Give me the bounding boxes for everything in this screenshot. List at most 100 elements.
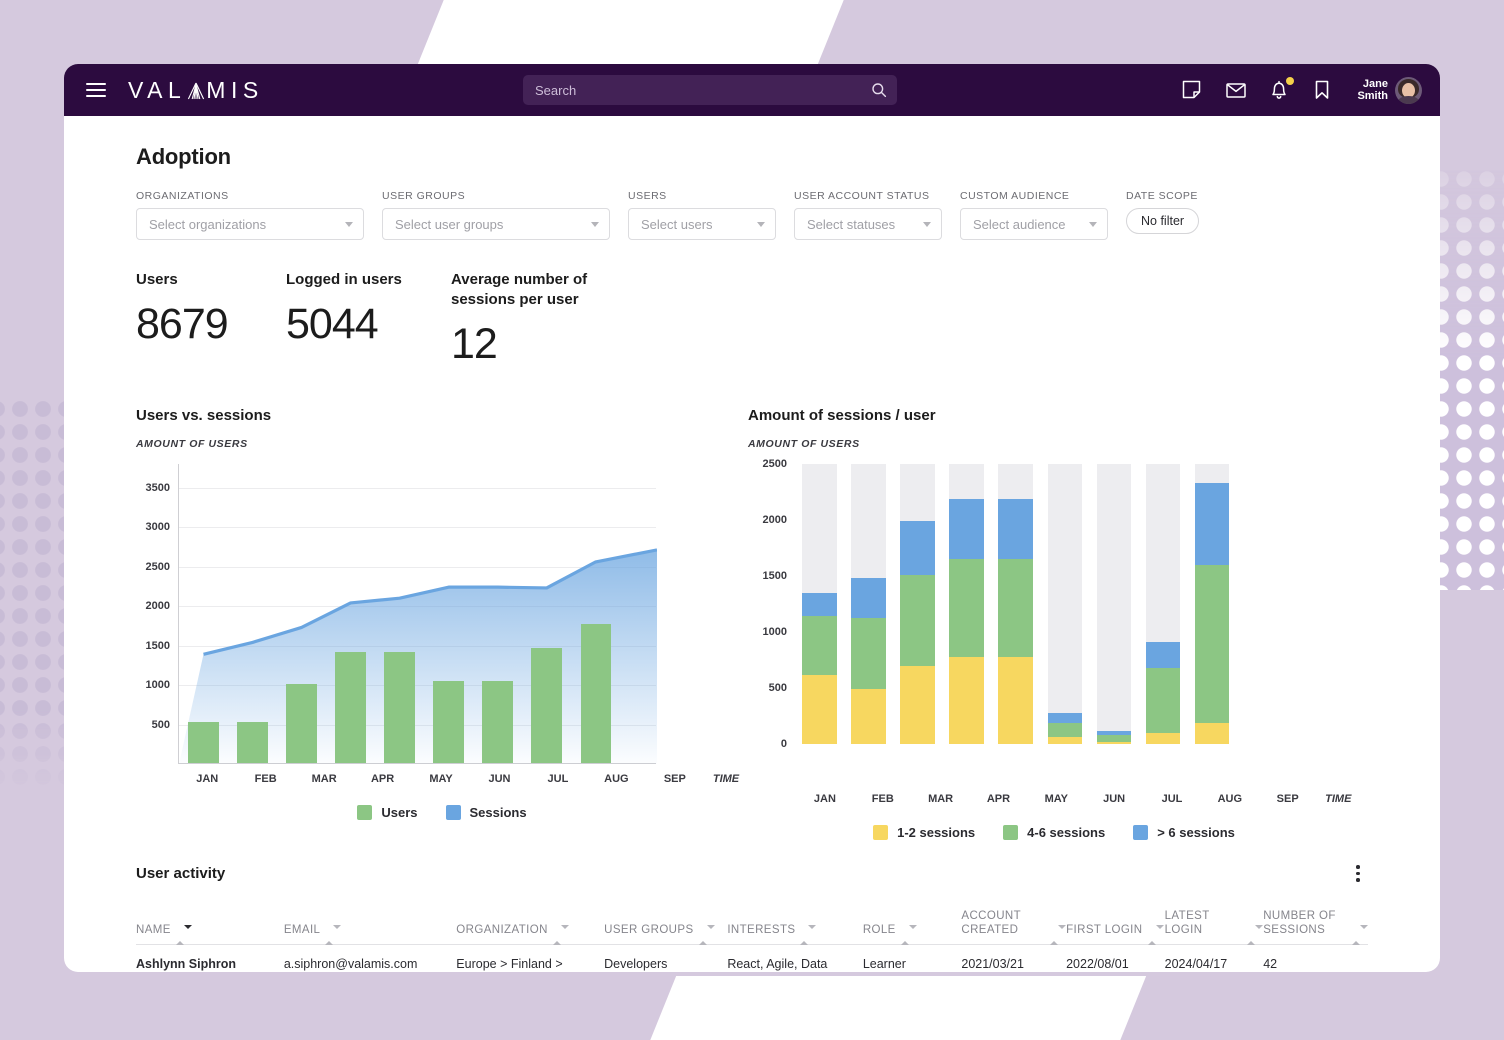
stacked-bar-column[interactable]: [1096, 464, 1131, 744]
column-header[interactable]: USER GROUPS: [604, 908, 728, 945]
y-axis-tick-label: 500: [768, 682, 787, 694]
hamburger-icon[interactable]: [86, 79, 106, 101]
mail-icon[interactable]: [1225, 79, 1247, 101]
brand-text-mis: MIS: [206, 76, 264, 103]
stacked-bar-column[interactable]: [1145, 464, 1180, 744]
user-account-status-select[interactable]: Select statuses: [794, 208, 942, 240]
column-header[interactable]: FIRST LOGIN: [1066, 908, 1165, 945]
column-header[interactable]: ROLE: [862, 908, 962, 945]
bar-users[interactable]: [335, 652, 366, 763]
top-navigation-bar: VAL MIS Search Jane Smith: [64, 64, 1440, 116]
bar-segment: [851, 578, 886, 619]
search-icon[interactable]: [871, 82, 887, 98]
stacked-bar-column[interactable]: [802, 464, 837, 744]
legend-item[interactable]: 4-6 sessions: [1003, 825, 1105, 840]
select-value: Select statuses: [807, 216, 896, 232]
avatar[interactable]: [1395, 76, 1422, 104]
x-axis-tick-label: APR: [986, 793, 1011, 805]
user-menu[interactable]: Jane Smith: [1357, 76, 1422, 104]
organizations-select[interactable]: Select organizations: [136, 208, 364, 240]
stacked-bar-column[interactable]: [851, 464, 886, 744]
table-cell-organization: Europe > Finland > Helsinki: [456, 956, 563, 971]
note-icon[interactable]: [1181, 79, 1203, 101]
bar-segment: [1047, 737, 1082, 744]
bar-users[interactable]: [384, 652, 415, 763]
legend-item[interactable]: 1-2 sessions: [873, 825, 975, 840]
user-name: Jane Smith: [1357, 78, 1388, 102]
bar-segment: [1145, 642, 1180, 669]
stacked-bar-column[interactable]: [1047, 464, 1082, 744]
table-cell-latest-login: 2024/04/17: [1164, 956, 1228, 971]
bar-users[interactable]: [433, 680, 464, 763]
bar-users[interactable]: [237, 721, 268, 763]
user-groups-select[interactable]: Select user groups: [382, 208, 610, 240]
custom-audience-select[interactable]: Select audience: [960, 208, 1108, 240]
column-header-label: NAME: [136, 923, 171, 936]
filter-user-account-status: USER ACCOUNT STATUS Select statuses: [794, 190, 942, 240]
column-header[interactable]: NUMBER OF SESSIONS: [1263, 908, 1368, 945]
bar-users[interactable]: [482, 680, 513, 763]
chart-y-axis-title: AMOUNT OF USERS: [136, 438, 248, 450]
bar-users[interactable]: [188, 721, 219, 763]
stacked-bar-column[interactable]: [900, 464, 935, 744]
stacked-bar-column[interactable]: [1194, 464, 1229, 744]
y-axis-tick-label: 2000: [762, 514, 787, 526]
y-axis-tick-label: 2500: [762, 458, 787, 470]
decorative-shape-top: [416, 0, 848, 68]
sort-icon[interactable]: [698, 924, 715, 945]
sort-icon[interactable]: [1147, 924, 1164, 945]
x-axis-tick-label: SEP: [663, 773, 686, 785]
search-box[interactable]: [523, 75, 897, 105]
column-header-label: ACCOUNT CREATED: [961, 909, 1021, 936]
column-header[interactable]: NAME: [136, 908, 284, 945]
sort-icon[interactable]: [325, 924, 342, 945]
bookmark-icon[interactable]: [1313, 79, 1335, 101]
chevron-down-icon: [923, 221, 931, 227]
legend-item[interactable]: Sessions: [445, 805, 527, 820]
bar-users[interactable]: [580, 624, 611, 763]
sort-icon[interactable]: [1050, 924, 1067, 945]
sort-icon[interactable]: [1352, 924, 1368, 945]
table-cell-account-created: 2021/03/21: [961, 956, 1024, 971]
kpi-logged-in-users: Logged in users 5044: [286, 270, 451, 369]
legend-item[interactable]: Users: [357, 805, 418, 820]
nav-right-actions: Jane Smith: [1181, 76, 1422, 104]
search-input[interactable]: [535, 82, 871, 98]
sort-icon[interactable]: [900, 924, 917, 945]
legend-label: > 6 sessions: [1157, 825, 1235, 840]
x-axis-tick-label: AUG: [604, 773, 629, 785]
kebab-menu-icon[interactable]: [1348, 862, 1368, 885]
bar-segment: [900, 520, 935, 576]
brand-logo[interactable]: VAL MIS: [128, 77, 264, 104]
chart-legend: Users Sessions: [136, 805, 748, 820]
y-axis-tick-label: 1500: [145, 639, 170, 652]
table-row[interactable]: Ashlynn Siphron a.siphron@valamis.com Euro…: [136, 944, 1368, 972]
legend-item[interactable]: > 6 sessions: [1133, 825, 1235, 840]
y-axis-tick-label: 2500: [145, 560, 170, 573]
column-header[interactable]: ACCOUNT CREATED: [961, 908, 1067, 945]
date-scope-button[interactable]: No filter: [1126, 208, 1200, 234]
chart-plot-area: 500 1000 1500 2000 2500 3000 3500: [136, 464, 748, 764]
sort-icon[interactable]: [175, 924, 192, 945]
stacked-bar-column[interactable]: [998, 464, 1033, 744]
column-header[interactable]: ORGANIZATION: [456, 908, 605, 945]
column-header[interactable]: EMAIL: [283, 908, 457, 945]
table-header-row: NAME EMAIL ORGANIZATION USER GROUPS INTEREST…: [136, 908, 1368, 945]
bar-users[interactable]: [286, 684, 317, 763]
sort-icon[interactable]: [800, 924, 817, 945]
bell-icon[interactable]: [1269, 77, 1295, 101]
sort-icon[interactable]: [1247, 924, 1264, 945]
bar-segment: [998, 498, 1033, 559]
bar-users[interactable]: [531, 647, 562, 763]
user-activity-table: NAME EMAIL ORGANIZATION USER GROUPS INTEREST…: [136, 908, 1368, 973]
column-header[interactable]: INTERESTS: [727, 908, 863, 945]
users-select[interactable]: Select users: [628, 208, 776, 240]
plot-inner: 0 500 1000 1500 2000 2500: [763, 458, 1274, 750]
app-window: VAL MIS Search Jane Smith Adoption ORGAN…: [64, 64, 1440, 972]
x-axis-tick-label: FEB: [254, 773, 277, 785]
stacked-bar-column[interactable]: [949, 464, 984, 744]
column-header[interactable]: LATEST LOGIN: [1164, 908, 1264, 945]
x-axis-tick-label: JAN: [196, 773, 219, 785]
sort-icon[interactable]: [552, 924, 569, 945]
chart-x-axis-labels: JAN FEB MAR APR MAY JUN JUL AUG SEP TIME: [748, 793, 1360, 805]
